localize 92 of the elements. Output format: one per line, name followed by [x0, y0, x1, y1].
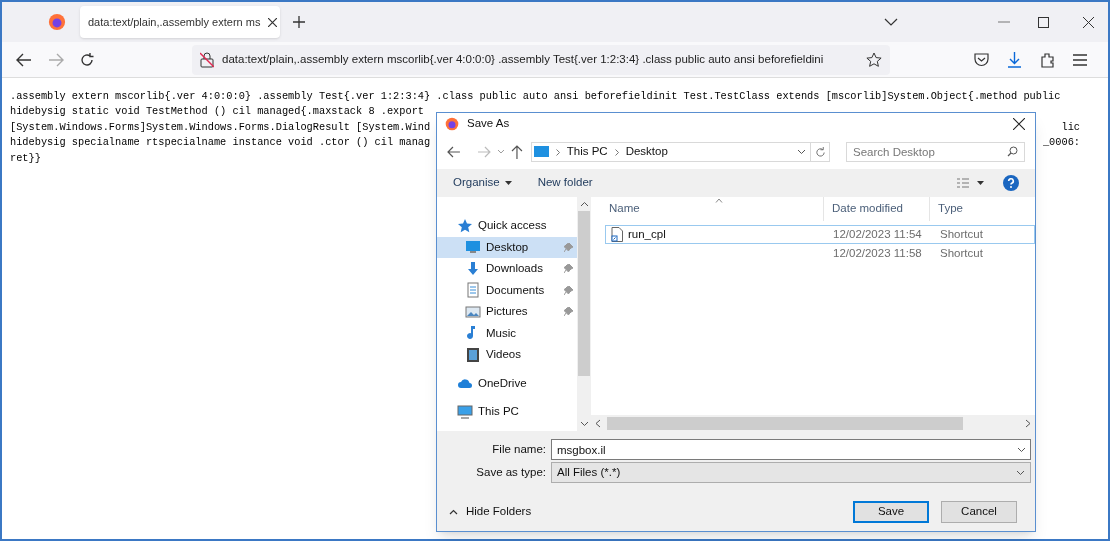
reload-icon[interactable]: [80, 52, 94, 67]
type-cell-text: Shortcut: [939, 245, 984, 261]
chevron-right-icon[interactable]: [614, 148, 619, 156]
view-options-icon[interactable]: [957, 178, 985, 188]
address-bar[interactable]: data:text/plain,.assembly extern mscorlib{.ver 4:0:0:0} .assembly Test{.ver 1:2:3:4} .class public auto ansi beforefieldini: [192, 44, 890, 75]
column-header[interactable]: Type: [929, 197, 1035, 221]
breadcrumb[interactable]: This PC: [566, 143, 608, 161]
maximize-icon[interactable]: [1038, 16, 1049, 28]
dialog-title: Save As: [467, 116, 510, 132]
extensions-icon[interactable]: [1040, 51, 1055, 68]
nav-item[interactable]: Pictures: [437, 301, 577, 323]
cancel-button[interactable]: Cancel: [941, 501, 1017, 523]
file-row[interactable]: run_cpl 12/02/2023 11:54 Shortcut: [605, 225, 1035, 244]
text-line: ret}}: [10, 150, 41, 166]
computer-icon: [533, 146, 549, 158]
back-arrow-icon[interactable]: [16, 52, 32, 67]
menu-icon[interactable]: [1073, 53, 1087, 66]
shortcut-file-icon: [610, 227, 624, 242]
caret-icon: [504, 181, 512, 185]
nav-item[interactable]: Music: [437, 322, 577, 344]
field-label: Save as type:: [475, 464, 547, 480]
text-line: .assembly extern mscorlib{.ver 4:0:0:0} .assembly Test{.ver 1:2:3:4} .class public auto ansi beforefieldinit Test.TestClass extends [mscorlib]System.Object{.method public: [10, 89, 1061, 104]
scroll-left-icon[interactable]: [595, 418, 601, 428]
new-tab-icon[interactable]: [292, 15, 306, 29]
firefox-logo-icon[interactable]: [48, 13, 66, 31]
up-arrow-icon[interactable]: [510, 145, 523, 159]
firefox-logo-icon: [445, 117, 459, 131]
file-name: run_cpl: [628, 226, 666, 242]
desktop-icon: [465, 239, 481, 256]
text-line: [System.Windows.Forms]System.Windows.Forms.DialogResult [System.Wind: [10, 119, 431, 135]
nav-item[interactable]: Videos: [437, 344, 577, 366]
nav-item[interactable]: OneDrive: [437, 372, 577, 394]
nav-item[interactable]: Quick access: [437, 215, 577, 237]
breadcrumb[interactable]: Desktop: [625, 143, 668, 161]
new-folder-button[interactable]: New folder: [537, 174, 593, 192]
chevron-down-icon[interactable]: [1017, 447, 1026, 453]
star-icon: [457, 217, 473, 234]
scroll-up-icon[interactable]: [579, 201, 589, 207]
browser-tab[interactable]: data:text/plain,.assembly extern ms: [80, 6, 280, 38]
pin-icon[interactable]: [564, 285, 573, 295]
field-label: File name:: [491, 441, 547, 457]
date-cell-text: 12/02/2023 11:54: [832, 226, 923, 242]
path-bar[interactable]: This PC Desktop: [530, 142, 812, 162]
nav-item[interactable]: Documents: [437, 279, 577, 301]
search-icon: [1007, 146, 1018, 157]
sort-caret-icon: [715, 198, 723, 203]
insecure-lock-icon: [200, 51, 214, 68]
forward-arrow-icon: [48, 52, 64, 67]
chevron-down-icon[interactable]: [884, 17, 898, 27]
address-text: data:text/plain,.assembly extern mscorlib{.ver 4:0:0:0} .assembly Test{.ver 1:2:3:4} .class public auto ansi beforefieldini: [222, 51, 825, 67]
computer-icon: [457, 403, 473, 420]
document-icon: [465, 282, 481, 299]
close-icon[interactable]: [1013, 118, 1025, 130]
chevron-right-icon[interactable]: [555, 148, 560, 156]
scroll-down-icon[interactable]: [579, 421, 589, 427]
nav-item[interactable]: Desktop: [437, 236, 577, 258]
download-icon[interactable]: [1007, 51, 1022, 68]
text-line: hidebysig static void TestMethod () cil managed{.maxstack 8 .export: [10, 104, 424, 120]
horizontal-scrollbar[interactable]: [591, 415, 1035, 431]
close-tab-icon[interactable]: [268, 17, 278, 27]
pin-icon[interactable]: [564, 264, 573, 274]
picture-icon: [465, 303, 481, 320]
star-bookmark-icon[interactable]: [866, 51, 882, 68]
chevron-down-icon[interactable]: [797, 149, 807, 155]
column-header[interactable]: Date modified: [823, 197, 929, 221]
chevron-up-icon: [449, 509, 458, 515]
type-dropdown[interactable]: All Files (*.*): [551, 462, 1031, 483]
search-field[interactable]: Search Desktop: [846, 142, 1025, 162]
text-line: hidebysig specialname rtspecialname instance void .ctor () cil manag: [10, 135, 431, 151]
scroll-right-icon[interactable]: [1025, 418, 1031, 428]
nav-item[interactable]: This PC: [437, 401, 577, 423]
pin-icon[interactable]: [564, 307, 573, 317]
type-cell-text: Shortcut: [939, 226, 984, 242]
refresh-icon: [814, 146, 826, 158]
down-arrow-icon: [465, 260, 481, 277]
text-line: lic: [1061, 119, 1080, 135]
nav-item[interactable]: Downloads: [437, 258, 577, 280]
save-button[interactable]: Save: [853, 501, 929, 523]
chevron-down-icon[interactable]: [1016, 469, 1025, 476]
hide-folders-button[interactable]: Hide Folders: [449, 503, 532, 521]
date-cell-text: 12/02/2023 11:58: [832, 245, 923, 261]
film-icon: [465, 346, 481, 363]
text-line: _0006:: [1042, 135, 1080, 151]
column-header[interactable]: Name: [591, 197, 823, 221]
organise-button[interactable]: Organise: [453, 174, 512, 192]
help-icon[interactable]: [1003, 175, 1019, 191]
file-name-field[interactable]: msgbox.il: [551, 439, 1031, 460]
file-row[interactable]: 12/02/2023 11:58 Shortcut: [605, 244, 1035, 263]
close-icon[interactable]: [1083, 16, 1094, 28]
forward-arrow-icon: [476, 146, 491, 158]
pocket-icon[interactable]: [974, 52, 989, 67]
back-arrow-icon[interactable]: [447, 146, 461, 158]
